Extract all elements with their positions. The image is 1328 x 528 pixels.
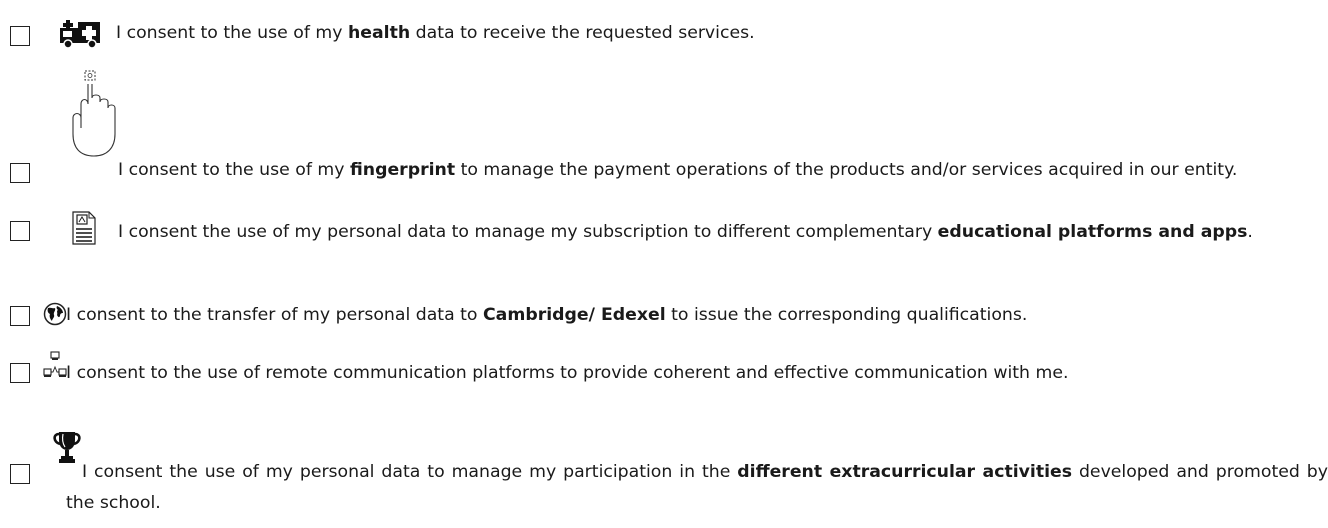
consent-checkbox-extracurricular[interactable]	[10, 464, 30, 484]
consent-keyword-fingerprint: fingerprint	[349, 160, 456, 180]
consent-text-fingerprint: I consent to the use of my fingerprint t…	[64, 155, 1326, 186]
consent-keyword-extracurricular: different extracurricular activities	[737, 462, 1073, 482]
consent-text-part: I consent the use of my personal data to…	[118, 222, 938, 242]
consent-text-part: I consent to the use of my	[118, 160, 350, 180]
consent-keyword-cambridge: Cambridge/ Edexel	[483, 305, 666, 325]
consent-checkbox-fingerprint[interactable]	[10, 163, 30, 183]
consent-keyword-educational: educational platforms and apps	[937, 222, 1248, 242]
consent-item-health: I consent to the use of my health data t…	[0, 18, 1328, 54]
consent-text-remote-communication: I consent to the use of remote communica…	[66, 358, 1328, 389]
consent-item-cambridge: I consent to the transfer of my personal…	[0, 300, 1328, 334]
consent-text-extracurricular: I consent the use of my personal data to…	[66, 457, 1328, 519]
consent-item-educational: I consent the use of my personal data to…	[0, 211, 1328, 295]
consent-text-cambridge: I consent to the transfer of my personal…	[66, 300, 1328, 331]
consent-checkbox-cambridge[interactable]	[10, 306, 30, 326]
consent-text-educational: I consent the use of my personal data to…	[64, 214, 1326, 251]
consent-keyword-health: health	[347, 23, 411, 43]
consent-text-part: I consent to the use of remote communica…	[66, 363, 1069, 383]
consent-item-remote-communication: I consent to the use of remote communica…	[0, 349, 1328, 421]
globe-icon	[43, 302, 67, 331]
consent-text-part: to manage the payment operations of the …	[455, 160, 1238, 180]
consent-text-health: I consent to the use of my health data t…	[116, 18, 1328, 49]
consent-text-part: data to receive the requested services.	[410, 23, 755, 43]
consent-checkbox-health[interactable]	[10, 26, 30, 46]
consent-text-part: I consent the use of my personal data to…	[82, 462, 738, 482]
network-computers-icon	[43, 351, 67, 386]
consent-item-extracurricular: I consent the use of my personal data to…	[0, 430, 1328, 528]
consent-item-fingerprint: I consent to the use of my fingerprint t…	[0, 70, 1328, 200]
consent-text-part: .	[1247, 222, 1253, 242]
consent-text-part: I consent to the use of my	[116, 23, 348, 43]
ambulance-icon	[58, 18, 102, 55]
consent-checkbox-remote-communication[interactable]	[10, 363, 30, 383]
consent-text-part: I consent to the transfer of my personal…	[66, 305, 483, 325]
consent-text-part: to issue the corresponding qualification…	[665, 305, 1028, 325]
consent-checkbox-educational[interactable]	[10, 221, 30, 241]
